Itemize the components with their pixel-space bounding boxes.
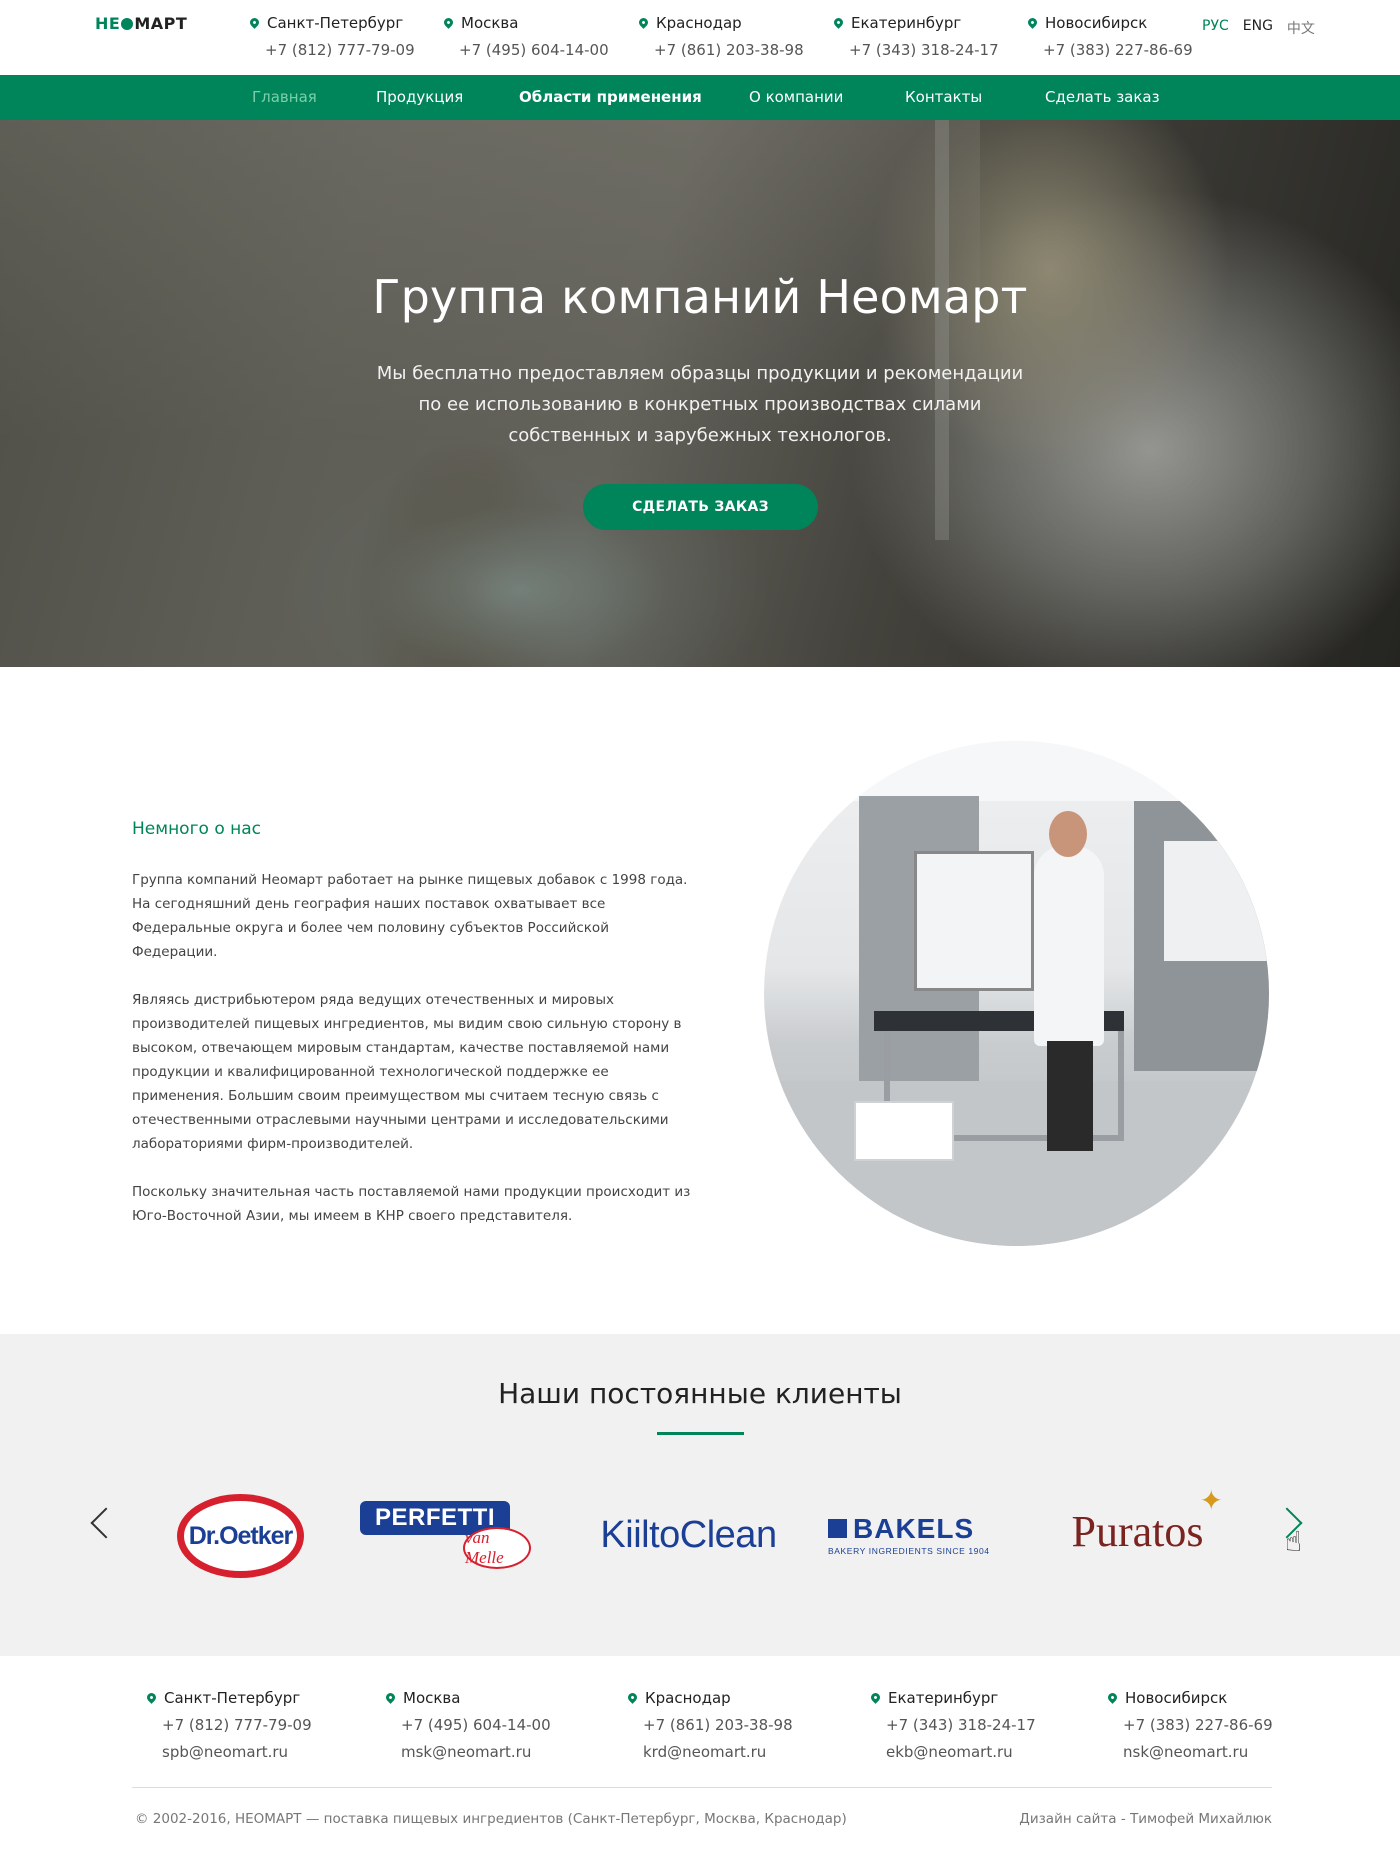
client-logo-puratos: Puratos ✦ (1050, 1486, 1225, 1569)
hero-order-button[interactable]: СДЕЛАТЬ ЗАКАЗ (583, 484, 818, 530)
main-nav: Главная Продукция Области применения О к… (0, 75, 1400, 120)
nav-applications[interactable]: Области применения (519, 88, 702, 106)
office-phone[interactable]: +7 (343) 318-24-17 (832, 41, 999, 59)
lang-en[interactable]: ENG (1243, 18, 1273, 38)
puratos-text: Puratos (1071, 1507, 1204, 1556)
bakels-mark-icon (828, 1519, 847, 1538)
office-city: Москва (461, 14, 519, 32)
client-logo-oetker: Dr.Oetker (177, 1494, 304, 1578)
office-phone[interactable]: +7 (861) 203-38-98 (637, 41, 804, 59)
about-title: Немного о нас (132, 819, 262, 839)
header-office-nsk: Новосибирск +7 (383) 227-86-69 (1026, 14, 1193, 59)
about-text: Группа компаний Неомарт работает на рынк… (132, 868, 692, 1252)
client-logo-perfetti: PERFETTI van Melle (358, 1501, 533, 1576)
office-phone[interactable]: +7 (383) 227-86-69 (1106, 1716, 1273, 1734)
office-city: Краснодар (656, 14, 742, 32)
location-pin-icon (248, 15, 261, 29)
location-pin-icon (1026, 15, 1039, 29)
office-city: Краснодар (645, 1689, 731, 1707)
logo-prefix: НЕ (95, 14, 121, 33)
footer-office-krd: Краснодар +7 (861) 203-38-98 krd@neomart… (626, 1689, 793, 1761)
location-pin-icon (1106, 1690, 1119, 1704)
lang-ru[interactable]: РУС (1202, 18, 1229, 38)
client-logo-bakels: BAKELS BAKERY INGREDIENTS SINCE 1904 (828, 1504, 1003, 1564)
about-paragraph: Являясь дистрибьютером ряда ведущих отеч… (132, 992, 682, 1152)
about-lab-photo (764, 741, 1269, 1246)
header-office-spb: Санкт-Петербург +7 (812) 777-79-09 (248, 14, 415, 59)
chevron-left-icon[interactable] (90, 1507, 122, 1539)
office-phone[interactable]: +7 (383) 227-86-69 (1026, 41, 1193, 59)
office-city: Новосибирск (1125, 1689, 1228, 1707)
office-email[interactable]: ekb@neomart.ru (869, 1743, 1036, 1761)
header-office-ekb: Екатеринбург +7 (343) 318-24-17 (832, 14, 999, 59)
office-city: Новосибирск (1045, 14, 1148, 32)
office-city: Москва (403, 1689, 461, 1707)
about-paragraph: Группа компаний Неомарт работает на рынк… (132, 872, 688, 960)
unicorn-icon: ✦ (1199, 1486, 1223, 1517)
clients-title: Наши постоянные клиенты (498, 1377, 902, 1410)
about-paragraph: Поскольку значительная часть поставляемо… (132, 1184, 691, 1224)
copyright: © 2002-2016, НЕОМАРТ — поставка пищевых … (135, 1811, 847, 1827)
office-city: Санкт-Петербург (267, 14, 404, 32)
title-underline (657, 1432, 744, 1435)
footer-divider (132, 1787, 1272, 1788)
office-city: Екатеринбург (851, 14, 962, 32)
location-pin-icon (442, 15, 455, 29)
bakels-subtext: BAKERY INGREDIENTS SINCE 1904 (828, 1545, 990, 1556)
office-phone[interactable]: +7 (343) 318-24-17 (869, 1716, 1036, 1734)
location-pin-icon (869, 1690, 882, 1704)
office-phone[interactable]: +7 (861) 203-38-98 (626, 1716, 793, 1734)
vanmelle-text: van Melle (463, 1527, 531, 1569)
location-pin-icon (626, 1690, 639, 1704)
hero-banner: Группа компаний Неомарт Мы бесплатно пре… (0, 120, 1400, 667)
location-pin-icon (384, 1690, 397, 1704)
footer-office-nsk: Новосибирск +7 (383) 227-86-69 nsk@neoma… (1106, 1689, 1273, 1761)
nav-home[interactable]: Главная (252, 88, 317, 106)
lang-zh[interactable]: 中文 (1287, 18, 1315, 38)
nav-products[interactable]: Продукция (376, 88, 463, 106)
bakels-text: BAKELS (853, 1512, 975, 1544)
office-city: Екатеринбург (888, 1689, 999, 1707)
office-city: Санкт-Петербург (164, 1689, 301, 1707)
office-phone[interactable]: +7 (812) 777-79-09 (145, 1716, 312, 1734)
office-email[interactable]: spb@neomart.ru (145, 1743, 312, 1761)
nav-about[interactable]: О компании (749, 88, 843, 106)
office-phone[interactable]: +7 (495) 604-14-00 (442, 41, 609, 59)
nav-order[interactable]: Сделать заказ (1045, 88, 1160, 106)
location-pin-icon (832, 15, 845, 29)
nav-contacts[interactable]: Контакты (905, 88, 982, 106)
header-office-krd: Краснодар +7 (861) 203-38-98 (637, 14, 804, 59)
hand-cursor-icon: ☝ (1285, 1526, 1303, 1557)
footer-office-msk: Москва +7 (495) 604-14-00 msk@neomart.ru (384, 1689, 551, 1761)
logo-dot-icon (121, 17, 134, 30)
language-switcher: РУС ENG 中文 (1202, 18, 1315, 38)
office-email[interactable]: msk@neomart.ru (384, 1743, 551, 1761)
office-phone[interactable]: +7 (495) 604-14-00 (384, 1716, 551, 1734)
site-logo[interactable]: НЕ МАРТ (95, 14, 187, 33)
clients-section: Наши постоянные клиенты Dr.Oetker PERFET… (0, 1334, 1400, 1656)
logo-suffix: МАРТ (134, 14, 188, 33)
office-phone[interactable]: +7 (812) 777-79-09 (248, 41, 415, 59)
location-pin-icon (637, 15, 650, 29)
header-office-msk: Москва +7 (495) 604-14-00 (442, 14, 609, 59)
hero-text: Мы бесплатно предоставляем образцы проду… (376, 363, 1024, 446)
office-email[interactable]: nsk@neomart.ru (1106, 1743, 1273, 1761)
hero-title: Группа компаний Неомарт (372, 270, 1028, 324)
footer-office-spb: Санкт-Петербург +7 (812) 777-79-09 spb@n… (145, 1689, 312, 1761)
location-pin-icon (145, 1690, 158, 1704)
design-credit[interactable]: Дизайн сайта - Тимофей Михайлюк (1019, 1811, 1272, 1827)
oetker-text: Dr.Oetker (188, 1521, 294, 1550)
office-email[interactable]: krd@neomart.ru (626, 1743, 793, 1761)
client-logo-kiilto: KiiltoClean (600, 1513, 777, 1556)
site-header: НЕ МАРТ Санкт-Петербург +7 (812) 777-79-… (0, 0, 1400, 75)
footer-office-ekb: Екатеринбург +7 (343) 318-24-17 ekb@neom… (869, 1689, 1036, 1761)
